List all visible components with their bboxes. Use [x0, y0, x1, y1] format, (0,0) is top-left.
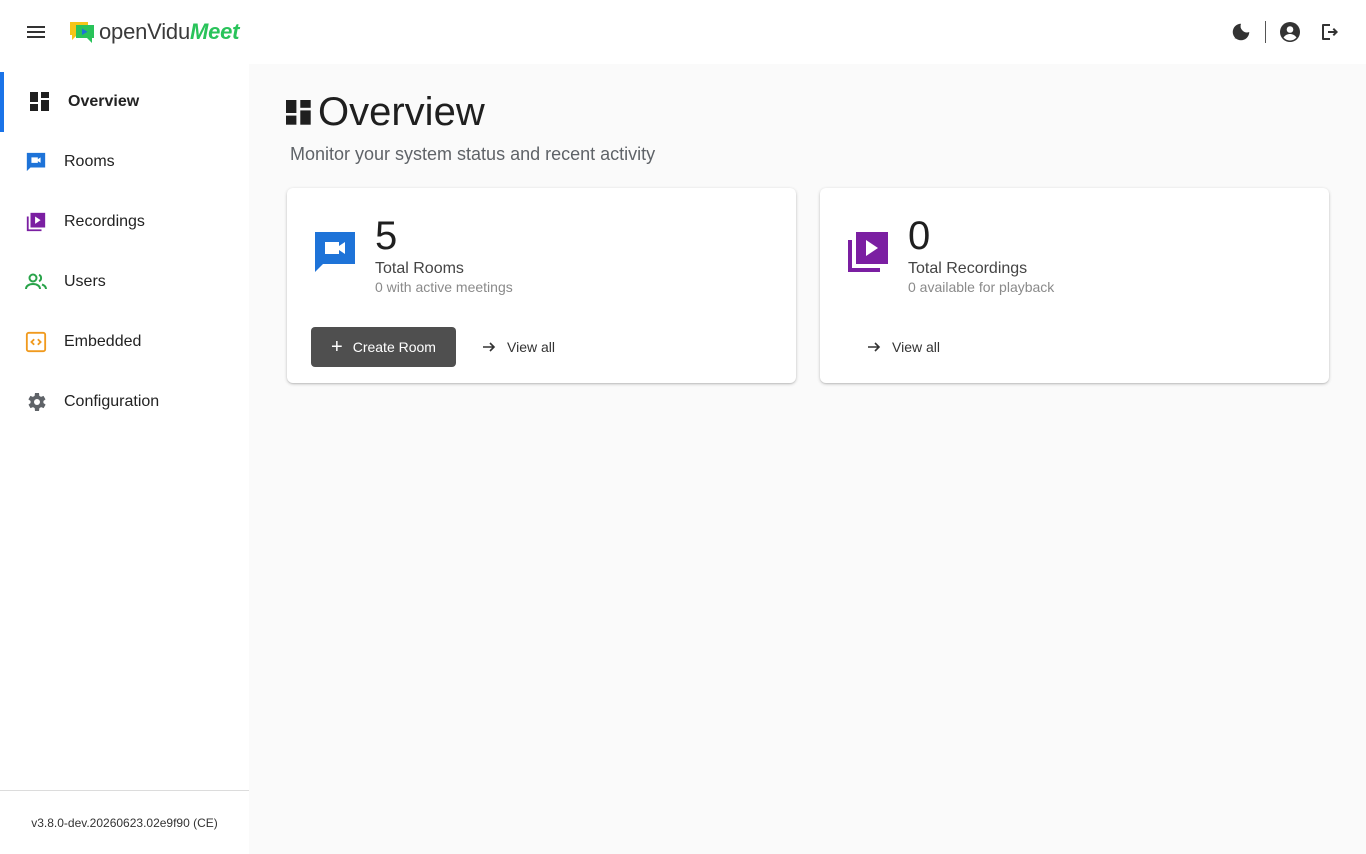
rooms-view-all-button[interactable]: View all	[481, 327, 555, 367]
theme-toggle-icon[interactable]	[1225, 16, 1257, 48]
sidebar-item-label: Rooms	[64, 153, 115, 170]
sidebar-item-label: Embedded	[64, 333, 142, 350]
sidebar-item-label: Recordings	[64, 213, 145, 230]
view-all-label: View all	[892, 339, 940, 355]
sidebar-item-configuration[interactable]: Configuration	[0, 372, 249, 432]
arrow-right-icon	[866, 339, 882, 355]
sidebar: Overview Rooms Recordings Users Embedded…	[0, 64, 249, 854]
rooms-label: Total Rooms	[375, 260, 464, 277]
recordings-view-all-button[interactable]: View all	[866, 327, 940, 367]
page-title-text: Overview	[318, 90, 485, 134]
page-title: Overview	[286, 90, 485, 135]
video-library-icon	[24, 210, 48, 234]
gear-icon	[24, 390, 48, 414]
video-library-icon	[848, 232, 888, 272]
logo-text-open-vidu: openVidu	[99, 19, 190, 44]
recordings-count: 0	[908, 214, 931, 258]
video-chat-icon	[24, 150, 48, 174]
top-app-bar: openViduMeet	[0, 0, 1366, 64]
rooms-count: 5	[375, 214, 398, 258]
view-all-label: View all	[507, 339, 555, 355]
recordings-card: 0 Total Recordings 0 available for playb…	[820, 188, 1329, 383]
logout-icon[interactable]	[1314, 16, 1346, 48]
users-icon	[24, 270, 48, 294]
account-icon[interactable]	[1274, 16, 1306, 48]
create-room-label: Create Room	[352, 339, 436, 355]
dashboard-icon	[28, 90, 52, 114]
sidebar-item-embedded[interactable]: Embedded	[0, 312, 249, 372]
app-logo[interactable]: openViduMeet	[68, 19, 240, 45]
recordings-label: Total Recordings	[908, 260, 1028, 277]
sidebar-item-label: Configuration	[64, 393, 160, 410]
recordings-sub: 0 available for playback	[908, 279, 1055, 295]
logo-icon	[70, 22, 94, 43]
rooms-sub: 0 with active meetings	[375, 279, 513, 295]
sidebar-item-label: Overview	[68, 93, 140, 110]
app-version: v3.8.0-dev.20260623.02e9f90 (CE)	[0, 790, 249, 854]
code-icon	[24, 330, 48, 354]
dashboard-icon	[286, 99, 311, 125]
sidebar-item-label: Users	[64, 273, 106, 290]
plus-icon: +	[331, 336, 343, 358]
logo-text-meet: Meet	[189, 19, 240, 44]
sidebar-item-rooms[interactable]: Rooms	[0, 132, 249, 192]
rooms-card: 5 Total Rooms 0 with active meetings + C…	[287, 188, 796, 383]
sidebar-item-overview[interactable]: Overview	[0, 72, 249, 132]
main-content: Overview Monitor your system status and …	[249, 64, 1366, 854]
header-actions	[1225, 16, 1346, 48]
sidebar-item-recordings[interactable]: Recordings	[0, 192, 249, 252]
create-room-button[interactable]: + Create Room	[311, 327, 456, 367]
page-subtitle: Monitor your system status and recent ac…	[290, 144, 656, 164]
video-chat-icon	[315, 232, 355, 272]
arrow-right-icon	[481, 339, 497, 355]
logo-text: openViduMeet	[99, 19, 240, 45]
header-divider	[1265, 21, 1266, 43]
hamburger-icon[interactable]	[16, 12, 56, 52]
sidebar-item-users[interactable]: Users	[0, 252, 249, 312]
